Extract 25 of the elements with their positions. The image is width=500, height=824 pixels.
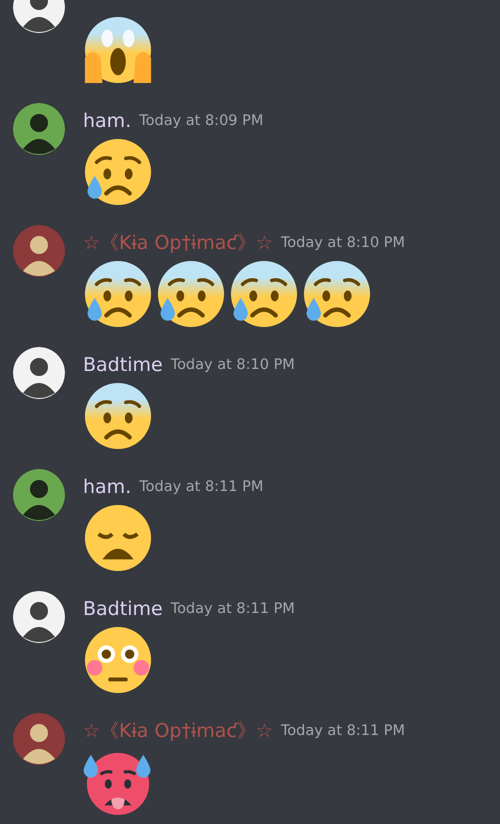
author-name[interactable]: Badtime xyxy=(83,598,163,620)
timestamp: Today at 8:11 PM xyxy=(170,601,295,617)
screaming-emoji-icon xyxy=(83,15,153,85)
sad-sweat-emoji-icon xyxy=(83,137,153,207)
author-name[interactable]: ham. xyxy=(83,476,132,498)
anxious-sweat-emoji-icon xyxy=(156,259,226,329)
avatar-drawing[interactable] xyxy=(13,225,65,277)
timestamp: Today at 8:11 PM xyxy=(139,479,264,495)
avatar-drawing[interactable] xyxy=(13,591,65,643)
anxious-sweat-emoji-icon xyxy=(302,259,372,329)
anxious-sweat-emoji-icon xyxy=(83,259,153,329)
timestamp: Today at 8:10 PM xyxy=(280,235,406,251)
anxious-sweat-emoji-icon xyxy=(229,259,299,329)
fearful-emoji-icon xyxy=(83,381,153,451)
flushed-emoji-icon xyxy=(83,625,153,695)
author-name[interactable]: Badtime xyxy=(83,354,163,376)
author-name[interactable]: ham. xyxy=(83,110,132,132)
timestamp: Today at 8:10 PM xyxy=(170,357,295,373)
timestamp: Today at 8:09 PM xyxy=(139,113,264,129)
avatar-drawing[interactable] xyxy=(13,469,65,521)
avatar-drawing[interactable] xyxy=(13,713,65,765)
avatar-drawing[interactable] xyxy=(13,347,65,399)
weary-emoji-icon xyxy=(83,503,153,573)
timestamp: Today at 8:11 PM xyxy=(280,723,406,739)
avatar-drawing[interactable] xyxy=(13,103,65,155)
